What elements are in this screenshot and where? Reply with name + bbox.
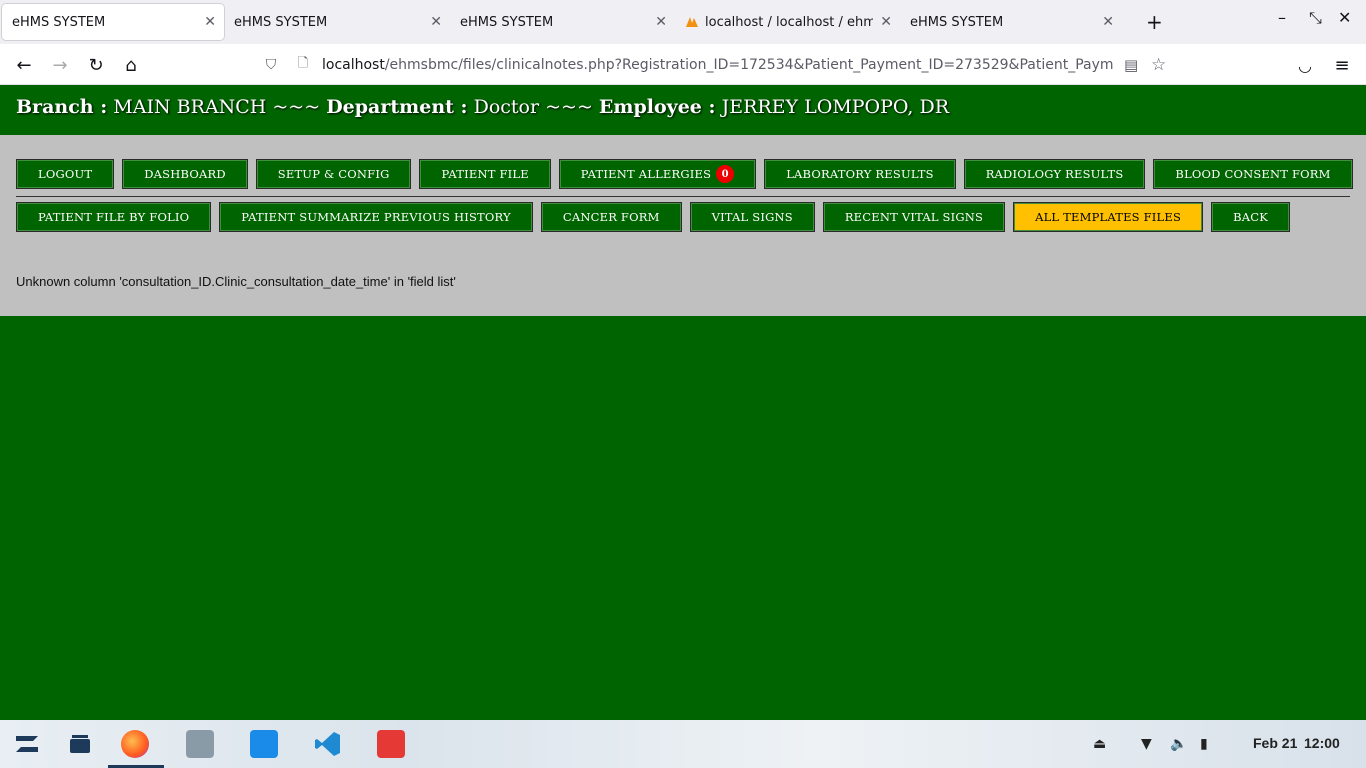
tab-title: localhost / localhost / ehm bbox=[705, 14, 873, 30]
employee-value: JERREY LOMPOPO, DR bbox=[721, 96, 950, 118]
tab-title: eHMS SYSTEM bbox=[910, 14, 1004, 30]
close-icon[interactable]: ✕ bbox=[430, 14, 442, 30]
reader-view-icon[interactable]: ▤ bbox=[1124, 56, 1138, 74]
app-header: Branch : MAIN BRANCH ~~~ Department : Do… bbox=[0, 85, 1366, 135]
taskbar: ⏏ ▼ 🔈 ▮ Feb 21 12:00 bbox=[0, 720, 1366, 768]
blood-consent-form-button[interactable]: BLOOD CONSENT FORM bbox=[1153, 159, 1353, 189]
close-icon[interactable]: ✕ bbox=[880, 14, 892, 30]
patient-allergies-label: PATIENT ALLERGIES bbox=[580, 167, 712, 181]
window-switcher-icon[interactable] bbox=[66, 730, 94, 758]
setup-config-button[interactable]: SETUP & CONFIG bbox=[255, 159, 412, 189]
browser-navbar: ← → ↻ ⌂ ⛉ 🗋 localhost/ehmsbmc/files/clin… bbox=[0, 44, 1366, 85]
patient-summarize-history-button[interactable]: PATIENT SUMMARIZE PREVIOUS HISTORY bbox=[219, 202, 533, 232]
phpmyadmin-icon bbox=[685, 15, 699, 29]
url-text[interactable]: localhost/ehmsbmc/files/clinicalnotes.ph… bbox=[322, 57, 1114, 73]
vital-signs-button[interactable]: VITAL SIGNS bbox=[689, 202, 815, 232]
battery-icon[interactable]: ▮ bbox=[1200, 736, 1208, 752]
nav-row-1: LOGOUT DASHBOARD SETUP & CONFIG PATIENT … bbox=[16, 159, 1353, 189]
divider bbox=[16, 196, 1350, 197]
new-tab-icon[interactable]: + bbox=[1146, 10, 1163, 34]
branch-label: Branch : bbox=[16, 96, 108, 118]
reload-icon[interactable]: ↻ bbox=[83, 52, 109, 78]
page-icon: 🗋 bbox=[297, 55, 309, 71]
employee-label: Employee : bbox=[598, 96, 716, 118]
back-button[interactable]: BACK bbox=[1211, 202, 1291, 232]
tab-title: eHMS SYSTEM bbox=[234, 14, 328, 30]
tab-title: eHMS SYSTEM bbox=[460, 14, 554, 30]
error-message: Unknown column 'consultation_ID.Clinic_c… bbox=[16, 274, 456, 289]
pocket-icon[interactable]: ◡ bbox=[1292, 52, 1318, 78]
all-templates-files-button[interactable]: ALL TEMPLATES FILES bbox=[1013, 202, 1204, 232]
allergy-count-badge: 0 bbox=[716, 165, 735, 183]
browser-tab-strip: eHMS SYSTEM ✕ eHMS SYSTEM ✕ eHMS SYSTEM … bbox=[0, 0, 1366, 44]
volume-icon[interactable]: 🔈 bbox=[1170, 736, 1187, 752]
url-path: /ehmsbmc/files/clinicalnotes.php?Registr… bbox=[384, 56, 1114, 73]
zorin-menu-icon[interactable] bbox=[13, 730, 41, 758]
department-value: Doctor ~~~ bbox=[473, 96, 593, 118]
patient-file-by-folio-button[interactable]: PATIENT FILE BY FOLIO bbox=[16, 202, 212, 232]
url-bar[interactable]: ⛉ 🗋 localhost/ehmsbmc/files/clinicalnote… bbox=[258, 49, 1176, 80]
eject-icon[interactable]: ⏏ bbox=[1093, 736, 1106, 752]
taskbar-time[interactable]: 12:00 bbox=[1304, 735, 1340, 751]
close-icon[interactable]: ✕ bbox=[1102, 14, 1114, 30]
wifi-icon[interactable]: ▼ bbox=[1141, 736, 1152, 752]
patient-allergies-button[interactable]: PATIENT ALLERGIES 0 bbox=[558, 159, 757, 189]
dashboard-button[interactable]: DASHBOARD bbox=[122, 159, 248, 189]
department-label: Department : bbox=[326, 96, 468, 118]
shield-icon[interactable]: ⛉ bbox=[258, 57, 284, 73]
recent-vital-signs-button[interactable]: RECENT VITAL SIGNS bbox=[822, 202, 1006, 232]
patient-file-button[interactable]: PATIENT FILE bbox=[419, 159, 551, 189]
browser-tab[interactable]: eHMS SYSTEM ✕ bbox=[450, 4, 675, 40]
browser-tab[interactable]: eHMS SYSTEM ✕ bbox=[900, 4, 1122, 40]
restore-icon[interactable]: ⤡ bbox=[1309, 8, 1322, 28]
forward-arrow-icon[interactable]: → bbox=[47, 52, 73, 78]
back-arrow-icon[interactable]: ← bbox=[11, 52, 37, 78]
firefox-icon[interactable] bbox=[121, 730, 149, 758]
taskbar-date[interactable]: Feb 21 bbox=[1253, 735, 1297, 751]
cancer-form-button[interactable]: CANCER FORM bbox=[540, 202, 682, 232]
browser-tab[interactable]: localhost / localhost / ehm ✕ bbox=[675, 4, 900, 40]
laboratory-results-button[interactable]: LABORATORY RESULTS bbox=[764, 159, 956, 189]
content-panel: LOGOUT DASHBOARD SETUP & CONFIG PATIENT … bbox=[0, 135, 1366, 316]
browser-tab[interactable]: eHMS SYSTEM ✕ bbox=[224, 4, 450, 40]
menu-icon[interactable]: ≡ bbox=[1329, 52, 1355, 78]
logout-button[interactable]: LOGOUT bbox=[16, 159, 115, 189]
anydesk-icon[interactable] bbox=[377, 730, 405, 758]
vscode-icon[interactable] bbox=[314, 730, 342, 758]
close-icon[interactable]: ✕ bbox=[655, 14, 667, 30]
window-close-icon[interactable]: ✕ bbox=[1338, 8, 1351, 27]
radiology-results-button[interactable]: RADIOLOGY RESULTS bbox=[963, 159, 1146, 189]
minimize-icon[interactable]: – bbox=[1278, 8, 1286, 27]
software-store-icon[interactable] bbox=[250, 730, 278, 758]
bookmark-star-icon[interactable]: ☆ bbox=[1151, 55, 1166, 75]
tab-title: eHMS SYSTEM bbox=[12, 14, 106, 30]
files-icon[interactable] bbox=[186, 730, 214, 758]
branch-value: MAIN BRANCH ~~~ bbox=[113, 96, 321, 118]
url-host: localhost bbox=[322, 56, 385, 73]
browser-tab[interactable]: eHMS SYSTEM ✕ bbox=[2, 4, 224, 40]
close-icon[interactable]: ✕ bbox=[204, 14, 216, 30]
nav-row-2: PATIENT FILE BY FOLIO PATIENT SUMMARIZE … bbox=[16, 202, 1291, 232]
home-icon[interactable]: ⌂ bbox=[118, 52, 144, 78]
